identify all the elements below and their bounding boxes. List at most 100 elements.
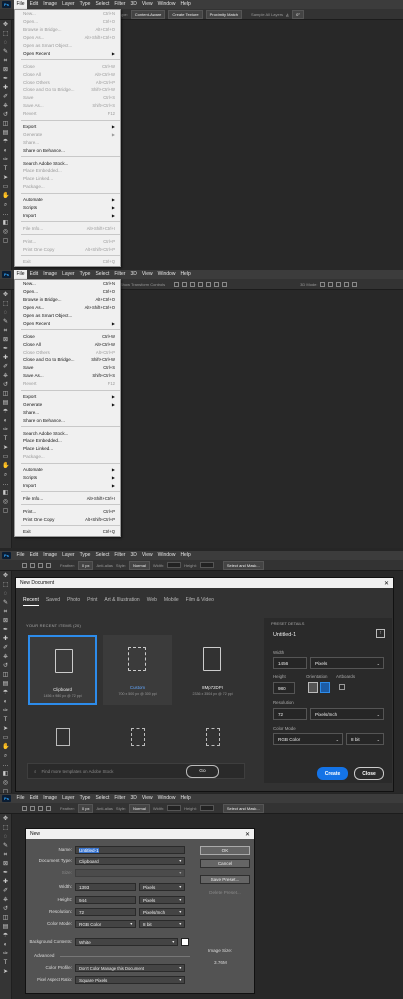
add-selection-icon[interactable] [30, 805, 35, 811]
menu-item-close-and-go-to-bridge[interactable]: Close and Go to Bridge... Shift+Ctrl+W [15, 86, 120, 94]
dodge-tool-icon[interactable]: ◐ [2, 942, 9, 948]
feather-field[interactable]: 0 px [77, 560, 94, 570]
delete-preset-button[interactable]: Delete Preset... [200, 888, 250, 897]
menu-item-revert[interactable]: Revert F12 [15, 110, 120, 118]
healing-tool-icon[interactable]: ✚ [2, 85, 9, 91]
menu-help[interactable]: Help [178, 270, 193, 279]
screen-mode-tool-icon[interactable]: ▢ [2, 238, 9, 244]
width-field[interactable]: 1393 [75, 883, 136, 891]
tab-mobile[interactable]: Mobile [164, 597, 179, 606]
bit-depth-select[interactable]: 8 bit ⌄ [346, 733, 384, 745]
create-texture-button[interactable]: Create Texture [168, 9, 203, 19]
frame-tool-icon[interactable]: ⊠ [2, 337, 9, 343]
select-and-mask-button[interactable]: Select and Mask... [222, 560, 264, 570]
eyedropper-tool-icon[interactable]: ✒ [2, 870, 9, 876]
lasso-tool-icon[interactable]: ◌ [2, 834, 9, 840]
crop-tool-icon[interactable]: ⌗ [2, 328, 9, 334]
close-icon[interactable]: ✕ [384, 580, 389, 587]
align-middle-icon[interactable] [182, 281, 188, 287]
background-color-swatch[interactable] [181, 938, 189, 946]
menu-item-exit[interactable]: Exit Ctrl+Q [15, 258, 120, 266]
align-right-icon[interactable] [214, 281, 220, 287]
history-brush-tool-icon[interactable]: ↺ [2, 112, 9, 118]
tab-art-illustration[interactable]: Art & Illustration [104, 597, 139, 606]
tab-photo[interactable]: Photo [67, 597, 80, 606]
menu-item-save-as[interactable]: Save As... Shift+Ctrl+S [15, 372, 120, 380]
3d-scale-icon[interactable] [352, 281, 358, 287]
menu-help[interactable]: Help [178, 794, 193, 803]
healing-tool-icon[interactable]: ✚ [2, 355, 9, 361]
menu-filter[interactable]: Filter [112, 0, 128, 9]
menu-item-close-others[interactable]: Close Others Alt+Ctrl+P [15, 78, 120, 86]
new-selection-icon[interactable] [22, 562, 27, 568]
menu-item-close-and-go-to-bridge[interactable]: Close and Go to Bridge... Shift+Ctrl+W [15, 356, 120, 364]
color-profile-select[interactable]: Don't Color Manage this Document ▼ [75, 964, 185, 972]
menu-item-export[interactable]: Export ▶ [15, 123, 120, 131]
save-preset-icon[interactable]: ↑ [376, 629, 385, 638]
menu-select[interactable]: Select [93, 0, 112, 9]
menu-item-print-one-copy[interactable]: Print One Copy Alt+Shift+Ctrl+P [15, 245, 120, 253]
bit-depth-select[interactable]: 8 bit ▼ [139, 920, 185, 928]
type-tool-icon[interactable]: T [2, 717, 9, 723]
gradient-tool-icon[interactable]: ▤ [2, 924, 9, 930]
width-field[interactable] [167, 562, 182, 568]
eyedropper-tool-icon[interactable]: ✒ [2, 346, 9, 352]
show-transform-controls-checkbox[interactable]: Show Transform Controls [120, 282, 165, 287]
type-tool-icon[interactable]: T [2, 960, 9, 966]
menu-item-browse-in-bridge[interactable]: Browse in Bridge... Alt+Ctrl+O [15, 26, 120, 34]
menu-item-new[interactable]: New... Ctrl+N [15, 10, 120, 18]
menu-layer[interactable]: Layer [60, 270, 78, 279]
menu-item-open[interactable]: Open... Ctrl+O [15, 288, 120, 296]
menu-file[interactable]: File [14, 794, 27, 803]
pen-tool-icon[interactable]: ✑ [2, 157, 9, 163]
menu-edit[interactable]: Edit [27, 0, 41, 9]
eraser-tool-icon[interactable]: ◫ [2, 121, 9, 127]
eraser-tool-icon[interactable]: ◫ [2, 915, 9, 921]
menu-help[interactable]: Help [178, 0, 193, 9]
dodge-tool-icon[interactable]: ◐ [2, 699, 9, 705]
style-select[interactable]: Normal [128, 560, 150, 570]
menu-3d[interactable]: 3D [128, 0, 139, 9]
3d-rotate-icon[interactable] [320, 281, 326, 287]
marquee-tool-icon[interactable]: ⬚ [2, 825, 9, 831]
gradient-tool-icon[interactable]: ▤ [2, 130, 9, 136]
tab-web[interactable]: Web [147, 597, 157, 606]
rectangle-tool-icon[interactable]: ▭ [2, 454, 9, 460]
gradient-tool-icon[interactable]: ▤ [2, 681, 9, 687]
menu-type[interactable]: Type [77, 794, 93, 803]
blur-tool-icon[interactable]: ☂ [2, 409, 9, 415]
align-top-icon[interactable] [174, 281, 180, 287]
intersect-selection-icon[interactable] [46, 805, 51, 811]
anti-alias-checkbox[interactable]: Anti-alias [96, 563, 112, 568]
menu-item-close[interactable]: Close Ctrl+W [15, 332, 120, 340]
height-unit-select[interactable]: Pixels ▼ [139, 896, 185, 904]
menu-item-automate[interactable]: Automate ▶ [15, 196, 120, 204]
align-center-icon[interactable] [206, 281, 212, 287]
menu-item-place-embedded[interactable]: Place Embedded... [15, 437, 120, 445]
recent-card-clipboard[interactable]: Clipboard 1456 x 980 px @ 72 ppi [28, 635, 97, 705]
menu-select[interactable]: Select [93, 794, 112, 803]
menu-image[interactable]: Image [41, 270, 60, 279]
menu-window[interactable]: Window [155, 794, 178, 803]
menu-type[interactable]: Type [77, 270, 93, 279]
ok-button[interactable]: OK [200, 846, 250, 855]
healing-tool-icon[interactable]: ✚ [2, 636, 9, 642]
gradient-tool-icon[interactable]: ▤ [2, 400, 9, 406]
frame-tool-icon[interactable]: ⊠ [2, 861, 9, 867]
move-tool-icon[interactable]: ✥ [2, 22, 9, 28]
go-button[interactable]: Go [186, 765, 219, 778]
feather-field[interactable]: 0 px [77, 803, 94, 813]
menu-item-package[interactable]: Package... [15, 183, 120, 191]
healing-tool-icon[interactable]: ✚ [2, 879, 9, 885]
move-tool-icon[interactable]: ✥ [2, 292, 9, 298]
menu-item-print[interactable]: Print... Ctrl+P [15, 507, 120, 515]
menu-item-close-others[interactable]: Close Others Alt+Ctrl+P [15, 348, 120, 356]
menu-item-close-all[interactable]: Close All Alt+Ctrl+W [15, 340, 120, 348]
dodge-tool-icon[interactable]: ◐ [2, 148, 9, 154]
menu-item-export[interactable]: Export ▶ [15, 393, 120, 401]
color-swatches-tool-icon[interactable]: ◧ [2, 490, 9, 496]
eyedropper-tool-icon[interactable]: ✒ [2, 76, 9, 82]
stamp-tool-icon[interactable]: ⎈ [2, 654, 9, 660]
lasso-tool-icon[interactable]: ◌ [2, 40, 9, 46]
menu-item-share[interactable]: Share... [15, 138, 120, 146]
